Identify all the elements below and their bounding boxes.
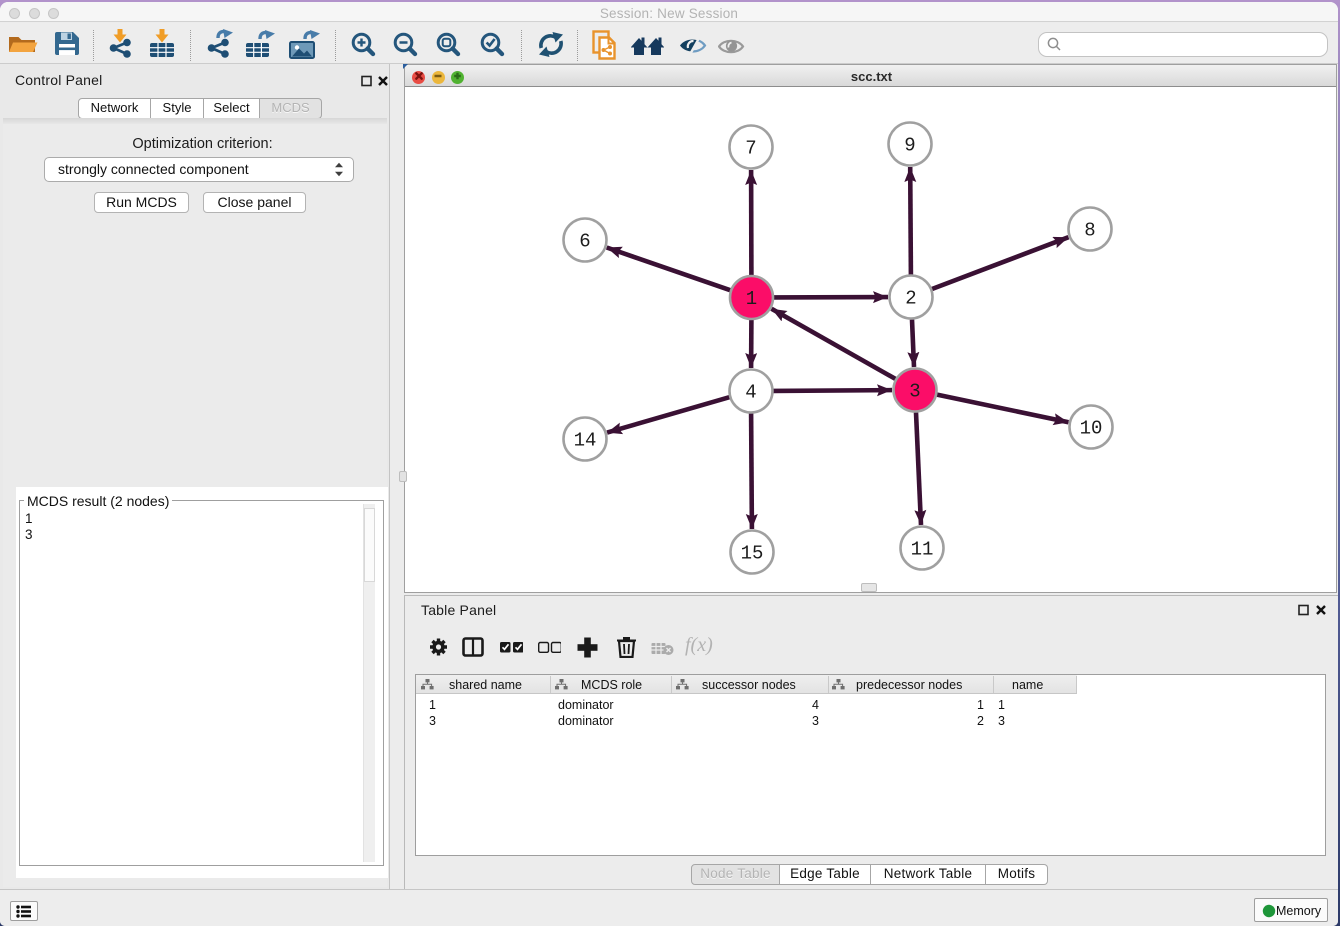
svg-text:15: 15 [740, 543, 763, 565]
svg-text:4: 4 [745, 382, 756, 404]
svg-text:10: 10 [1079, 418, 1102, 440]
svg-text:9: 9 [904, 135, 915, 157]
svg-text:2: 2 [905, 288, 916, 310]
svg-text:11: 11 [910, 539, 933, 561]
svg-text:1: 1 [745, 288, 756, 310]
svg-text:6: 6 [579, 231, 590, 253]
svg-text:14: 14 [573, 430, 596, 452]
svg-text:3: 3 [909, 381, 920, 403]
svg-text:8: 8 [1084, 220, 1095, 242]
svg-text:7: 7 [745, 138, 756, 160]
